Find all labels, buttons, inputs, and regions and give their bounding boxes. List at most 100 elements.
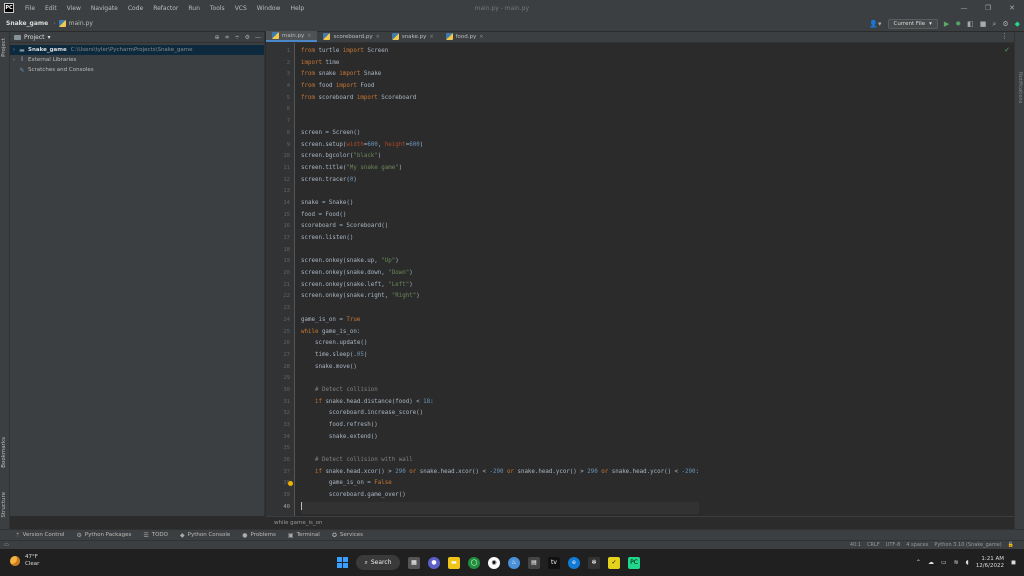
menu-item-window[interactable]: Window bbox=[252, 5, 286, 12]
obs-icon[interactable]: ◉ bbox=[488, 556, 500, 569]
code-line[interactable]: snake.extend() bbox=[301, 432, 699, 444]
task-view-icon[interactable]: ▦ bbox=[408, 556, 420, 569]
code-line[interactable]: from snake import Snake bbox=[301, 69, 699, 81]
code-line[interactable]: screen.onkey(snake.up, "Up") bbox=[301, 256, 699, 268]
line-number[interactable]: 7 bbox=[266, 116, 294, 128]
line-number[interactable]: 22 bbox=[266, 291, 294, 303]
volume-icon[interactable]: ◖ bbox=[966, 559, 969, 566]
bookmarks-tool-tab[interactable]: Bookmarks bbox=[1, 437, 7, 468]
code-line[interactable] bbox=[301, 501, 699, 514]
code-content[interactable]: from turtle import Screen import time from… bbox=[288, 46, 699, 514]
wifi-icon[interactable]: ≋ bbox=[954, 559, 959, 566]
more-tabs-icon[interactable]: ⋮ bbox=[1001, 32, 1008, 40]
notification-icon[interactable]: ◼ bbox=[1011, 559, 1016, 566]
version-control-button[interactable]: ᛘ Version Control bbox=[16, 532, 64, 539]
structure-tool-tab[interactable]: Structure bbox=[1, 492, 7, 518]
python-packages-button[interactable]: ⚙ Python Packages bbox=[76, 532, 131, 539]
tree-item-project[interactable]: › ▬ Snake_game C:\Users\tyler\PycharmPro… bbox=[10, 45, 264, 55]
clock[interactable]: 1:21 AM 12/6/2022 bbox=[976, 556, 1004, 570]
line-number[interactable]: 17 bbox=[266, 233, 294, 245]
chat-icon[interactable]: ● bbox=[428, 556, 440, 569]
weather-widget[interactable]: 47°F Clear bbox=[10, 554, 39, 568]
line-number[interactable]: 33 bbox=[266, 420, 294, 432]
close-icon[interactable]: ✕ bbox=[1000, 0, 1024, 16]
tab-main-py[interactable]: main.py × bbox=[266, 31, 318, 42]
run-icon[interactable]: ▶ bbox=[944, 20, 949, 28]
code-line[interactable] bbox=[301, 303, 699, 315]
line-number[interactable]: 16 bbox=[266, 221, 294, 233]
menu-item-tools[interactable]: Tools bbox=[205, 5, 230, 12]
line-number[interactable]: 12 bbox=[266, 175, 294, 187]
ide-logo-icon[interactable]: ◆ bbox=[1015, 20, 1020, 28]
line-number[interactable]: 26 bbox=[266, 338, 294, 350]
line-separator[interactable]: CRLF bbox=[867, 542, 880, 548]
menu-item-code[interactable]: Code bbox=[123, 5, 148, 12]
code-line[interactable]: food = Food() bbox=[301, 210, 699, 222]
code-line[interactable]: screen.listen() bbox=[301, 233, 699, 245]
line-number[interactable]: 4 bbox=[266, 81, 294, 93]
menu-item-vcs[interactable]: VCS bbox=[230, 5, 252, 12]
code-line[interactable] bbox=[301, 245, 699, 257]
notifications-tool-tab[interactable]: Notifications bbox=[1017, 72, 1023, 103]
file-encoding[interactable]: UTF-8 bbox=[886, 542, 901, 548]
code-line[interactable]: screen.onkey(snake.down, "Down") bbox=[301, 268, 699, 280]
line-number[interactable]: 24 bbox=[266, 315, 294, 327]
code-line[interactable]: snake = Snake() bbox=[301, 198, 699, 210]
project-tool-tab[interactable]: Project bbox=[1, 38, 7, 57]
chevron-up-icon[interactable]: ⌃ bbox=[916, 559, 921, 566]
code-line[interactable]: screen.bgcolor("black") bbox=[301, 151, 699, 163]
menu-item-navigate[interactable]: Navigate bbox=[86, 5, 123, 12]
tab-scoreboard-py[interactable]: scoreboard.py × bbox=[317, 31, 385, 42]
edge-icon[interactable]: e bbox=[568, 556, 580, 569]
debug-icon[interactable]: ✹ bbox=[955, 20, 961, 28]
windows-start-icon[interactable] bbox=[337, 557, 348, 568]
tv-app-icon[interactable]: tv bbox=[548, 556, 560, 569]
expand-all-icon[interactable]: ≑ bbox=[225, 34, 230, 41]
code-line[interactable]: # Detect collision bbox=[301, 385, 699, 397]
code-line[interactable]: screen.onkey(snake.right, "Right") bbox=[301, 291, 699, 303]
line-number[interactable]: 35 bbox=[266, 443, 294, 455]
problems-button[interactable]: ● Problems bbox=[242, 532, 276, 539]
line-number[interactable]: 3 bbox=[266, 69, 294, 81]
line-number[interactable]: 5 bbox=[266, 93, 294, 105]
code-line[interactable]: import time bbox=[301, 58, 699, 70]
line-number[interactable]: 30 bbox=[266, 385, 294, 397]
code-editor[interactable]: 1 2 3 4 5 6 7 8 9 10 11 12 13 14 15 16 17 18 19 20 21 22 23 24 2… bbox=[266, 43, 1014, 516]
chevron-right-icon[interactable]: › bbox=[10, 47, 18, 53]
code-line[interactable]: screen.setup(width=600, height=600) bbox=[301, 140, 699, 152]
code-line[interactable]: while game_is_on: bbox=[301, 327, 699, 339]
line-number[interactable]: 40 bbox=[266, 502, 294, 514]
menu-item-refactor[interactable]: Refactor bbox=[148, 5, 183, 12]
menu-item-file[interactable]: File bbox=[20, 5, 40, 12]
chevron-right-icon[interactable]: › bbox=[10, 57, 18, 63]
code-line[interactable]: if snake.head.xcor() > 290 or snake.head… bbox=[301, 467, 699, 479]
line-number[interactable]: 6 bbox=[266, 104, 294, 116]
python-console-button[interactable]: ◆ Python Console bbox=[180, 532, 230, 539]
code-line[interactable]: from food import Food bbox=[301, 81, 699, 93]
code-line[interactable]: if snake.head.distance(food) < 18: bbox=[301, 397, 699, 409]
xbox-icon[interactable]: ◯ bbox=[468, 556, 480, 569]
line-number[interactable]: 20 bbox=[266, 268, 294, 280]
code-line[interactable] bbox=[301, 443, 699, 455]
project-panel-title[interactable]: Project ▾ bbox=[14, 34, 51, 41]
code-line[interactable]: game_is_on = False bbox=[288, 478, 699, 490]
menu-item-run[interactable]: Run bbox=[183, 5, 205, 12]
taskbar-search[interactable]: ⌕ Search bbox=[356, 555, 400, 570]
code-line[interactable]: from scoreboard import Scoreboard bbox=[301, 93, 699, 105]
caret-position[interactable]: 40:1 bbox=[850, 542, 861, 548]
code-line[interactable]: time.sleep(.05) bbox=[301, 350, 699, 362]
check-icon[interactable]: ✓ bbox=[1004, 46, 1010, 54]
line-number[interactable]: 13 bbox=[266, 186, 294, 198]
code-line[interactable]: screen = Screen() bbox=[301, 128, 699, 140]
code-line[interactable]: screen.title("My snake game") bbox=[301, 163, 699, 175]
breadcrumb-project[interactable]: Snake_game bbox=[6, 20, 48, 27]
close-tab-icon[interactable]: × bbox=[429, 34, 433, 40]
line-number[interactable]: 31 bbox=[266, 397, 294, 409]
norton-icon[interactable]: ✓ bbox=[608, 556, 620, 569]
monitor-icon[interactable]: ▭ bbox=[941, 559, 947, 566]
line-number[interactable]: 34 bbox=[266, 432, 294, 444]
line-number[interactable]: 2 bbox=[266, 58, 294, 70]
line-number[interactable]: 21 bbox=[266, 280, 294, 292]
line-number[interactable]: 11 bbox=[266, 163, 294, 175]
code-line[interactable]: screen.onkey(snake.left, "Left") bbox=[301, 280, 699, 292]
